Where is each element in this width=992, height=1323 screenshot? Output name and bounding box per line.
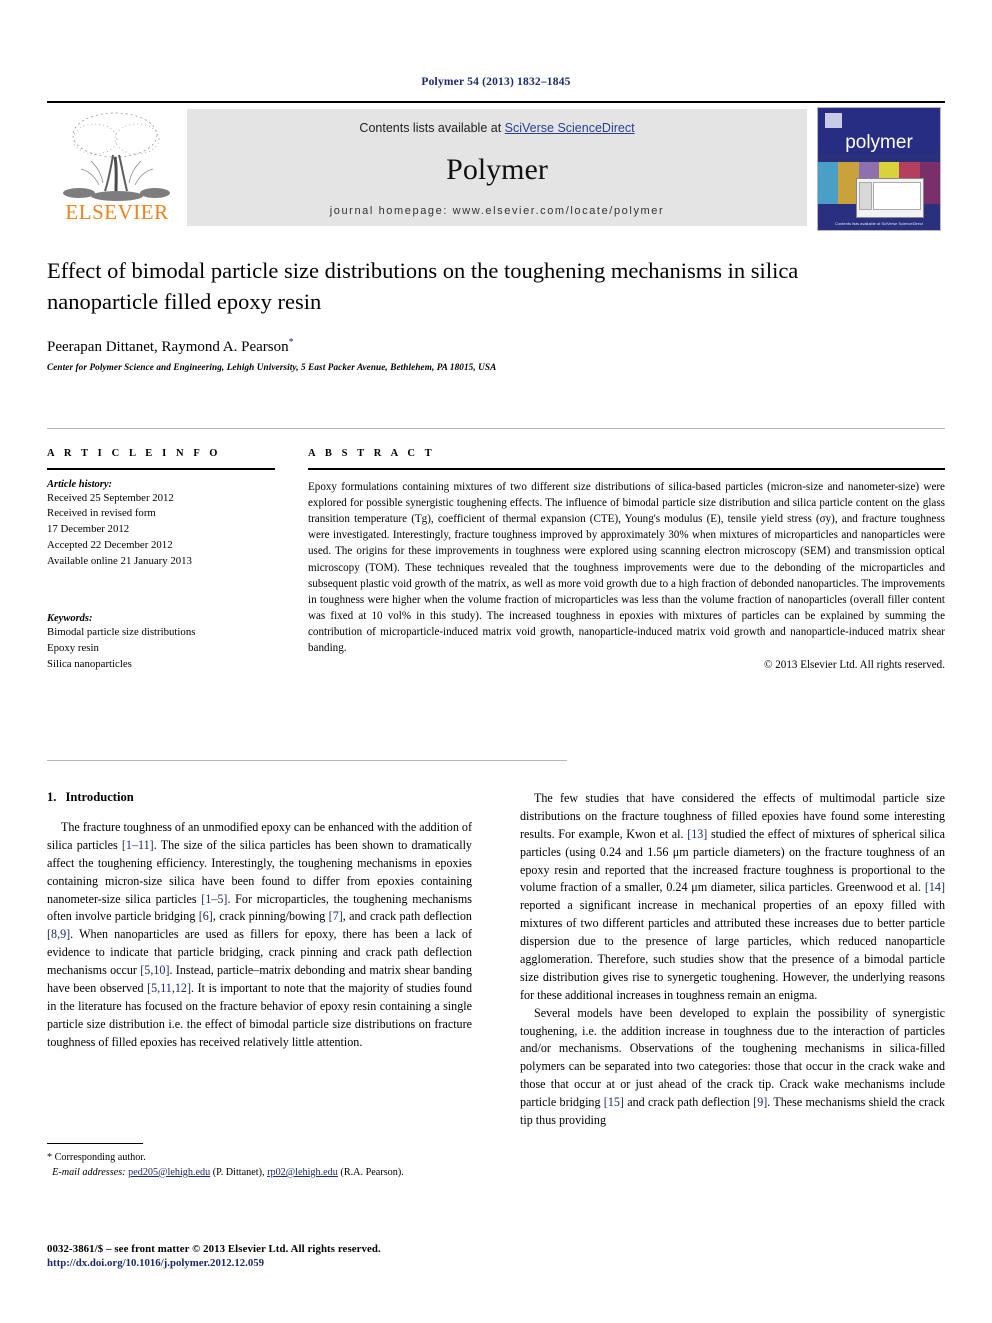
email-link-dittanet[interactable]: ped205@lehigh.edu bbox=[128, 1167, 210, 1178]
article-history-item: Available online 21 January 2013 bbox=[47, 554, 192, 567]
cover-chart-inset bbox=[856, 178, 924, 218]
keywords-label: Keywords: bbox=[47, 613, 93, 625]
article-info-column: A R T I C L E I N F O Article history: R… bbox=[47, 448, 275, 673]
article-info-heading: A R T I C L E I N F O bbox=[47, 448, 222, 459]
sciencedirect-link[interactable]: SciVerse ScienceDirect bbox=[505, 121, 635, 135]
issn-copyright-line: 0032-3861/$ – see front matter © 2013 El… bbox=[47, 1243, 381, 1255]
article-body: 1. Introduction The fracture toughness of… bbox=[47, 790, 945, 1130]
contents-available-prefix: Contents lists available at bbox=[359, 121, 505, 135]
footnote-block: * Corresponding author. E-mail addresses… bbox=[47, 1143, 472, 1181]
article-history-item: Accepted 22 December 2012 bbox=[47, 538, 173, 551]
abstract-column: A B S T R A C T Epoxy formulations conta… bbox=[308, 448, 945, 671]
cover-publisher-mark bbox=[825, 113, 842, 128]
article-history-item: Received in revised form bbox=[47, 507, 156, 520]
keywords-block: Keywords: Bimodal particle size distribu… bbox=[47, 613, 275, 672]
article-info-rule bbox=[47, 468, 275, 470]
keyword-item: Bimodal particle size distributions bbox=[47, 626, 196, 639]
journal-masthead: ELSEVIER Contents lists available at Sci… bbox=[47, 101, 945, 232]
masthead-top-rule bbox=[47, 101, 945, 103]
abstract-copyright: © 2013 Elsevier Ltd. All rights reserved… bbox=[764, 658, 945, 671]
footer-block: 0032-3861/$ – see front matter © 2013 El… bbox=[47, 1243, 567, 1269]
body-paragraph: The fracture toughness of an unmodified … bbox=[47, 820, 472, 1049]
article-history-item: Received 25 September 2012 bbox=[47, 491, 174, 504]
cover-inset-bar bbox=[859, 182, 872, 210]
journal-title: Polymer bbox=[446, 153, 548, 186]
abstract-rule bbox=[308, 468, 945, 470]
affiliation: Center for Polymer Science and Engineeri… bbox=[47, 362, 497, 373]
abstract-heading: A B S T R A C T bbox=[308, 448, 436, 459]
keyword-item: Epoxy resin bbox=[47, 642, 99, 655]
journal-article-page: Polymer 54 (2013) 1832–1845 ELSEVIER Con… bbox=[0, 0, 992, 1323]
journal-cover-thumbnail: polymer Contents lists available at SciV… bbox=[817, 107, 941, 231]
info-band-bottom-rule bbox=[47, 760, 567, 761]
corresponding-author-note: * Corresponding author. bbox=[47, 1152, 146, 1163]
article-history-label: Article history: bbox=[47, 478, 113, 490]
elsevier-logo: ELSEVIER bbox=[55, 109, 179, 227]
title-block: Effect of bimodal particle size distribu… bbox=[47, 256, 807, 372]
email-link-pearson[interactable]: rp02@lehigh.edu bbox=[267, 1167, 338, 1178]
keyword-item: Silica nanoparticles bbox=[47, 657, 132, 670]
body-right-column: The few studies that have considered the… bbox=[520, 790, 945, 1130]
section-title-text: Introduction bbox=[65, 790, 134, 804]
cover-journal-name: polymer bbox=[845, 132, 913, 153]
author-names: Peerapan Dittanet, Raymond A. Pearson bbox=[47, 339, 289, 356]
journal-homepage[interactable]: journal homepage: www.elsevier.com/locat… bbox=[187, 205, 807, 217]
body-paragraph: The few studies that have considered the… bbox=[520, 791, 945, 1002]
contents-available-line: Contents lists available at SciVerse Sci… bbox=[187, 121, 807, 135]
email-owner-dittanet: (P. Dittanet), bbox=[212, 1166, 265, 1178]
corresponding-author-marker: * bbox=[288, 337, 294, 349]
cover-footer-text: Contents lists available at SciVerse Sci… bbox=[834, 221, 924, 226]
info-band-top-rule bbox=[47, 428, 945, 429]
elsevier-tree-icon bbox=[61, 109, 173, 201]
email-owner-pearson: (R.A. Pearson). bbox=[340, 1166, 404, 1178]
author-list: Peerapan Dittanet, Raymond A. Pearson* bbox=[47, 337, 807, 356]
footnote-rule bbox=[47, 1143, 143, 1144]
article-history-item: 17 December 2012 bbox=[47, 523, 130, 536]
section-heading-introduction: 1. Introduction bbox=[47, 790, 472, 805]
section-number: 1. bbox=[47, 790, 57, 804]
doi-link[interactable]: http://dx.doi.org/10.1016/j.polymer.2012… bbox=[47, 1257, 567, 1269]
page-title: Effect of bimodal particle size distribu… bbox=[47, 258, 799, 314]
running-head: Polymer 54 (2013) 1832–1845 bbox=[421, 76, 571, 88]
email-addresses-note: E-mail addresses: ped205@lehigh.edu (P. … bbox=[47, 1166, 472, 1181]
abstract-text: Epoxy formulations containing mixtures o… bbox=[308, 480, 945, 655]
cover-inset-plot bbox=[873, 182, 921, 210]
email-addresses-label: E-mail addresses: bbox=[52, 1166, 126, 1178]
body-left-column: 1. Introduction The fracture toughness of… bbox=[47, 790, 472, 1130]
sciencedirect-banner: Contents lists available at SciVerse Sci… bbox=[187, 109, 807, 226]
body-paragraph: Several models have been developed to ex… bbox=[520, 1005, 945, 1128]
elsevier-wordmark: ELSEVIER bbox=[65, 200, 169, 224]
